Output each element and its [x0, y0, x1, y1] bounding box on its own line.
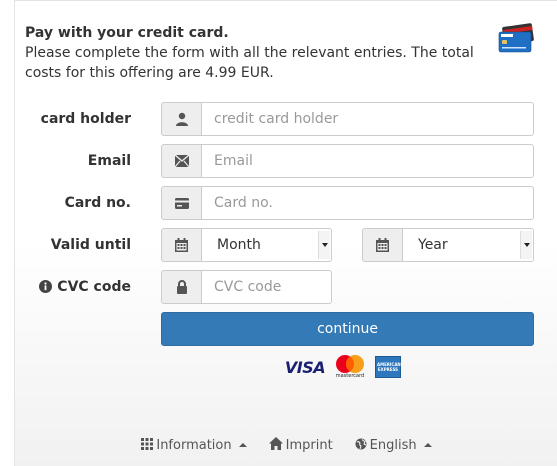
cvc-label: CVC code	[57, 279, 131, 295]
footer: Information Imprint English	[15, 437, 557, 454]
imprint-label: Imprint	[285, 438, 333, 453]
year-select[interactable]: Year	[402, 228, 534, 262]
intro-title: Pay with your credit card.	[25, 25, 229, 41]
mastercard-logo: mastercard	[333, 354, 367, 380]
information-label: Information	[156, 438, 232, 453]
card-holder-label: card holder	[40, 111, 131, 127]
month-select[interactable]: Month	[201, 228, 332, 262]
intro-description: Please complete the form with all the re…	[25, 45, 474, 81]
valid-until-row: Valid until Month Year	[15, 228, 557, 262]
credit-card-image	[498, 23, 536, 55]
visa-logo: VISA	[284, 357, 326, 377]
email-label: Email	[87, 153, 131, 169]
card-number-input[interactable]	[201, 186, 534, 220]
year-select-value: Year	[418, 237, 448, 253]
calendar-icon-year	[362, 228, 402, 262]
card-number-row: Card no.	[15, 186, 557, 220]
info-icon[interactable]	[39, 272, 53, 306]
envelope-icon	[161, 144, 201, 178]
calendar-icon	[161, 228, 201, 262]
email-row: Email	[15, 144, 557, 178]
imprint-link[interactable]: Imprint	[268, 437, 333, 454]
continue-button[interactable]: continue	[161, 312, 534, 346]
caret-up-icon	[238, 442, 247, 447]
language-menu[interactable]: English	[355, 437, 432, 454]
card-holder-row: card holder	[15, 102, 557, 136]
caret-up-icon	[423, 442, 432, 447]
card-holder-input[interactable]	[201, 102, 534, 136]
intro-text: Pay with your credit card. Please comple…	[25, 23, 495, 83]
lock-icon	[161, 270, 201, 304]
cvc-label-wrap: CVC code	[15, 270, 131, 306]
payment-page: Pay with your credit card. Please comple…	[14, 0, 557, 466]
month-dropdown-arrow-icon	[318, 231, 330, 259]
email-input[interactable]	[201, 144, 534, 178]
card-number-label: Card no.	[64, 195, 131, 211]
globe-icon	[355, 438, 367, 454]
information-menu[interactable]: Information	[141, 437, 247, 454]
month-select-value: Month	[217, 237, 261, 253]
home-icon	[268, 437, 283, 454]
valid-until-label: Valid until	[50, 237, 131, 253]
cvc-input[interactable]	[201, 270, 332, 304]
credit-card-icon	[161, 186, 201, 220]
cvc-row: CVC code	[15, 270, 557, 304]
card-brands: VISA mastercard AMERICAN EXPRESS	[285, 353, 401, 381]
grid-icon	[141, 437, 154, 454]
year-dropdown-arrow-icon	[520, 231, 532, 259]
amex-logo: AMERICAN EXPRESS	[375, 356, 401, 378]
language-label: English	[369, 438, 417, 453]
user-icon	[161, 102, 201, 136]
